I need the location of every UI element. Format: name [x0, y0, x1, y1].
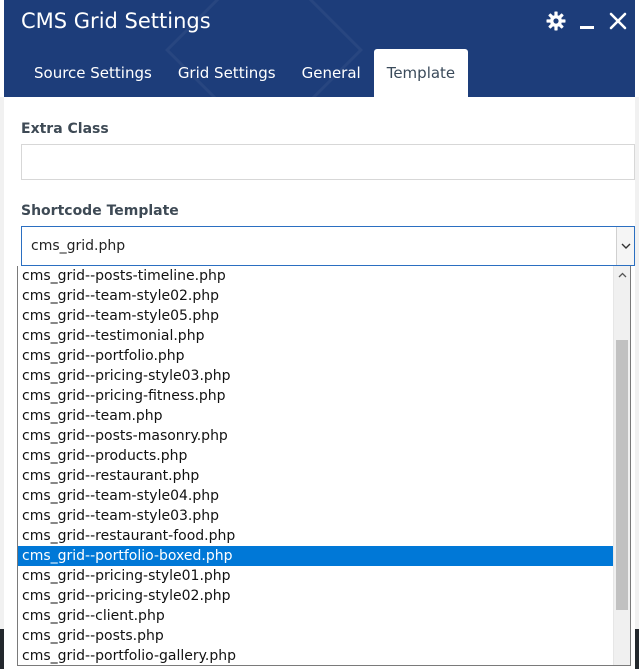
- shortcode-template-dropdown: cms_grid--posts-timeline.php cms_grid--te…: [17, 266, 631, 666]
- dropdown-option[interactable]: cms_grid--team-style02.php: [18, 286, 614, 306]
- scrollbar-thumb[interactable]: [616, 340, 628, 610]
- dropdown-option[interactable]: cms_grid--team-style04.php: [18, 486, 614, 506]
- dialog-header: CMS Grid Settings Source Settings Grid S…: [4, 0, 635, 97]
- extra-class-input[interactable]: [21, 144, 635, 180]
- shortcode-template-select[interactable]: cms_grid.php: [21, 226, 635, 266]
- shortcode-template-selected: cms_grid.php: [31, 238, 126, 254]
- dialog-body: Extra Class Shortcode Template cms_grid.…: [4, 97, 635, 266]
- gear-icon[interactable]: [545, 10, 567, 32]
- dropdown-option[interactable]: cms_grid--restaurant-food.php: [18, 526, 614, 546]
- dropdown-option[interactable]: cms_grid--restaurant.php: [18, 466, 614, 486]
- header-actions: [545, 10, 629, 32]
- dropdown-option[interactable]: cms_grid--portfolio-boxed.php: [18, 546, 614, 566]
- dialog-title: CMS Grid Settings: [21, 9, 211, 33]
- dropdown-option[interactable]: cms_grid--portfolio.php: [18, 346, 614, 366]
- minimize-icon[interactable]: [576, 10, 598, 32]
- dropdown-option[interactable]: cms_grid--team-style05.php: [18, 306, 614, 326]
- dropdown-scrollbar[interactable]: [613, 266, 630, 665]
- dropdown-option[interactable]: cms_grid--portfolio-gallery.php: [18, 646, 614, 665]
- dropdown-option[interactable]: cms_grid--pricing-style01.php: [18, 566, 614, 586]
- tab-general[interactable]: General: [289, 49, 374, 97]
- chevron-up-icon[interactable]: [614, 266, 630, 283]
- dropdown-option[interactable]: cms_grid--client.php: [18, 606, 614, 626]
- tab-source-settings[interactable]: Source Settings: [21, 49, 165, 97]
- dropdown-option[interactable]: cms_grid--products.php: [18, 446, 614, 466]
- dropdown-option[interactable]: cms_grid--pricing-style03.php: [18, 366, 614, 386]
- dropdown-option[interactable]: cms_grid--pricing-style02.php: [18, 586, 614, 606]
- dropdown-option[interactable]: cms_grid--pricing-fitness.php: [18, 386, 614, 406]
- dropdown-option[interactable]: cms_grid--posts-masonry.php: [18, 426, 614, 446]
- dropdown-option[interactable]: cms_grid--testimonial.php: [18, 326, 614, 346]
- dialog-tabs: Source Settings Grid Settings General Te…: [21, 49, 469, 97]
- close-icon[interactable]: [607, 10, 629, 32]
- tab-template[interactable]: Template: [373, 49, 469, 97]
- dropdown-option[interactable]: cms_grid--posts-timeline.php: [18, 266, 614, 286]
- dropdown-option-list: cms_grid--posts-timeline.php cms_grid--te…: [18, 266, 630, 665]
- dropdown-option[interactable]: cms_grid--team-style03.php: [18, 506, 614, 526]
- tab-grid-settings[interactable]: Grid Settings: [165, 49, 289, 97]
- dropdown-option[interactable]: cms_grid--team.php: [18, 406, 614, 426]
- extra-class-label: Extra Class: [21, 121, 109, 137]
- dropdown-option[interactable]: cms_grid--posts.php: [18, 626, 614, 646]
- shortcode-template-label: Shortcode Template: [21, 203, 179, 219]
- chevron-down-icon[interactable]: [616, 227, 634, 265]
